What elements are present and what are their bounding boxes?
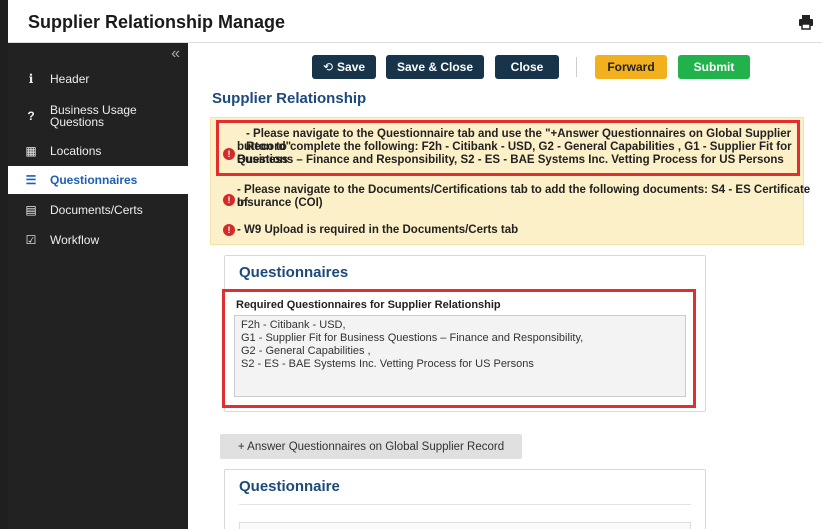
sidebar-item-label: Workflow bbox=[50, 233, 100, 247]
alert-text: - Please navigate to the Documents/Certi… bbox=[237, 184, 811, 209]
section-title: Supplier Relationship bbox=[212, 90, 367, 107]
sidebar-item-header[interactable]: i Header bbox=[8, 65, 188, 93]
sidebar-item-label: Documents/Certs bbox=[50, 203, 143, 217]
title-bar: Supplier Relationship Manage bbox=[8, 0, 822, 43]
question-icon: ? bbox=[27, 109, 35, 123]
sidebar-item-label: Business Usage Questions bbox=[50, 103, 137, 129]
app-window: Supplier Relationship Manage « i Header … bbox=[8, 0, 822, 529]
card-title: Questionnaire bbox=[239, 478, 340, 495]
sidebar-item-label: Questionnaires bbox=[50, 173, 138, 187]
error-icon: ! bbox=[223, 148, 235, 160]
toolbar-divider bbox=[576, 57, 577, 77]
list-icon: ☰ bbox=[25, 173, 37, 187]
printer-icon[interactable] bbox=[798, 14, 814, 30]
close-button[interactable]: Close bbox=[495, 55, 559, 79]
sidebar-item-documents-certs[interactable]: ▤ Documents/Certs bbox=[8, 196, 188, 224]
required-questionnaires-field[interactable]: F2h - Citibank - USD, G1 - Supplier Fit … bbox=[234, 315, 686, 397]
toolbar: ⟲ Save Save & Close Close Forward Submit bbox=[188, 43, 822, 87]
alert-text: Questions – Finance and Responsibility, … bbox=[237, 154, 784, 166]
alert-text: - W9 Upload is required in the Documents… bbox=[237, 224, 519, 236]
questionnaire-panel bbox=[239, 522, 691, 529]
error-icon: ! bbox=[223, 224, 235, 236]
forward-button[interactable]: Forward bbox=[595, 55, 667, 79]
main-content: Supplier Relationship ! - Please navigat… bbox=[188, 87, 822, 529]
collapse-sidebar-icon[interactable]: « bbox=[171, 45, 180, 63]
answer-questionnaires-button[interactable]: + Answer Questionnaires on Global Suppli… bbox=[220, 434, 522, 459]
required-questionnaires-label: Required Questionnaires for Supplier Rel… bbox=[236, 299, 501, 311]
sidebar-item-label: Header bbox=[50, 72, 90, 86]
sidebar-item-workflow[interactable]: ☑ Workflow bbox=[8, 226, 188, 254]
sidebar-item-business-usage-questions[interactable]: ? Business Usage Questions bbox=[8, 99, 188, 133]
save-button[interactable]: ⟲ Save bbox=[312, 55, 376, 79]
error-icon: ! bbox=[223, 194, 235, 206]
app-title: Supplier Relationship Manage bbox=[28, 12, 286, 32]
save-button-label: Save bbox=[337, 60, 366, 74]
save-and-close-button[interactable]: Save & Close bbox=[386, 55, 484, 79]
card-title: Questionnaires bbox=[239, 264, 349, 281]
refresh-icon: ⟲ bbox=[322, 60, 334, 74]
questionnaire-card: Questionnaire bbox=[224, 469, 706, 529]
card-divider bbox=[239, 504, 691, 505]
sidebar-item-questionnaires[interactable]: ☰ Questionnaires bbox=[8, 166, 188, 194]
check-square-icon: ☑ bbox=[25, 233, 37, 247]
info-icon: i bbox=[28, 72, 34, 86]
document-icon: ▤ bbox=[25, 203, 37, 217]
required-line: F2h - Citibank - USD, bbox=[241, 319, 346, 331]
alert-text: Insurance (COI) bbox=[237, 197, 323, 209]
sidebar-item-label: Locations bbox=[50, 144, 102, 158]
required-line: G1 - Supplier Fit for Business Questions… bbox=[241, 332, 584, 344]
map-icon: ▦ bbox=[25, 144, 37, 158]
sidebar: « i Header ? Business Usage Questions ▦ … bbox=[8, 43, 188, 529]
required-line: S2 - ES - BAE Systems Inc. Vetting Proce… bbox=[241, 358, 534, 370]
submit-button[interactable]: Submit bbox=[678, 55, 750, 79]
sidebar-item-locations[interactable]: ▦ Locations bbox=[8, 137, 188, 165]
required-line: G2 - General Capabilities , bbox=[241, 345, 371, 357]
